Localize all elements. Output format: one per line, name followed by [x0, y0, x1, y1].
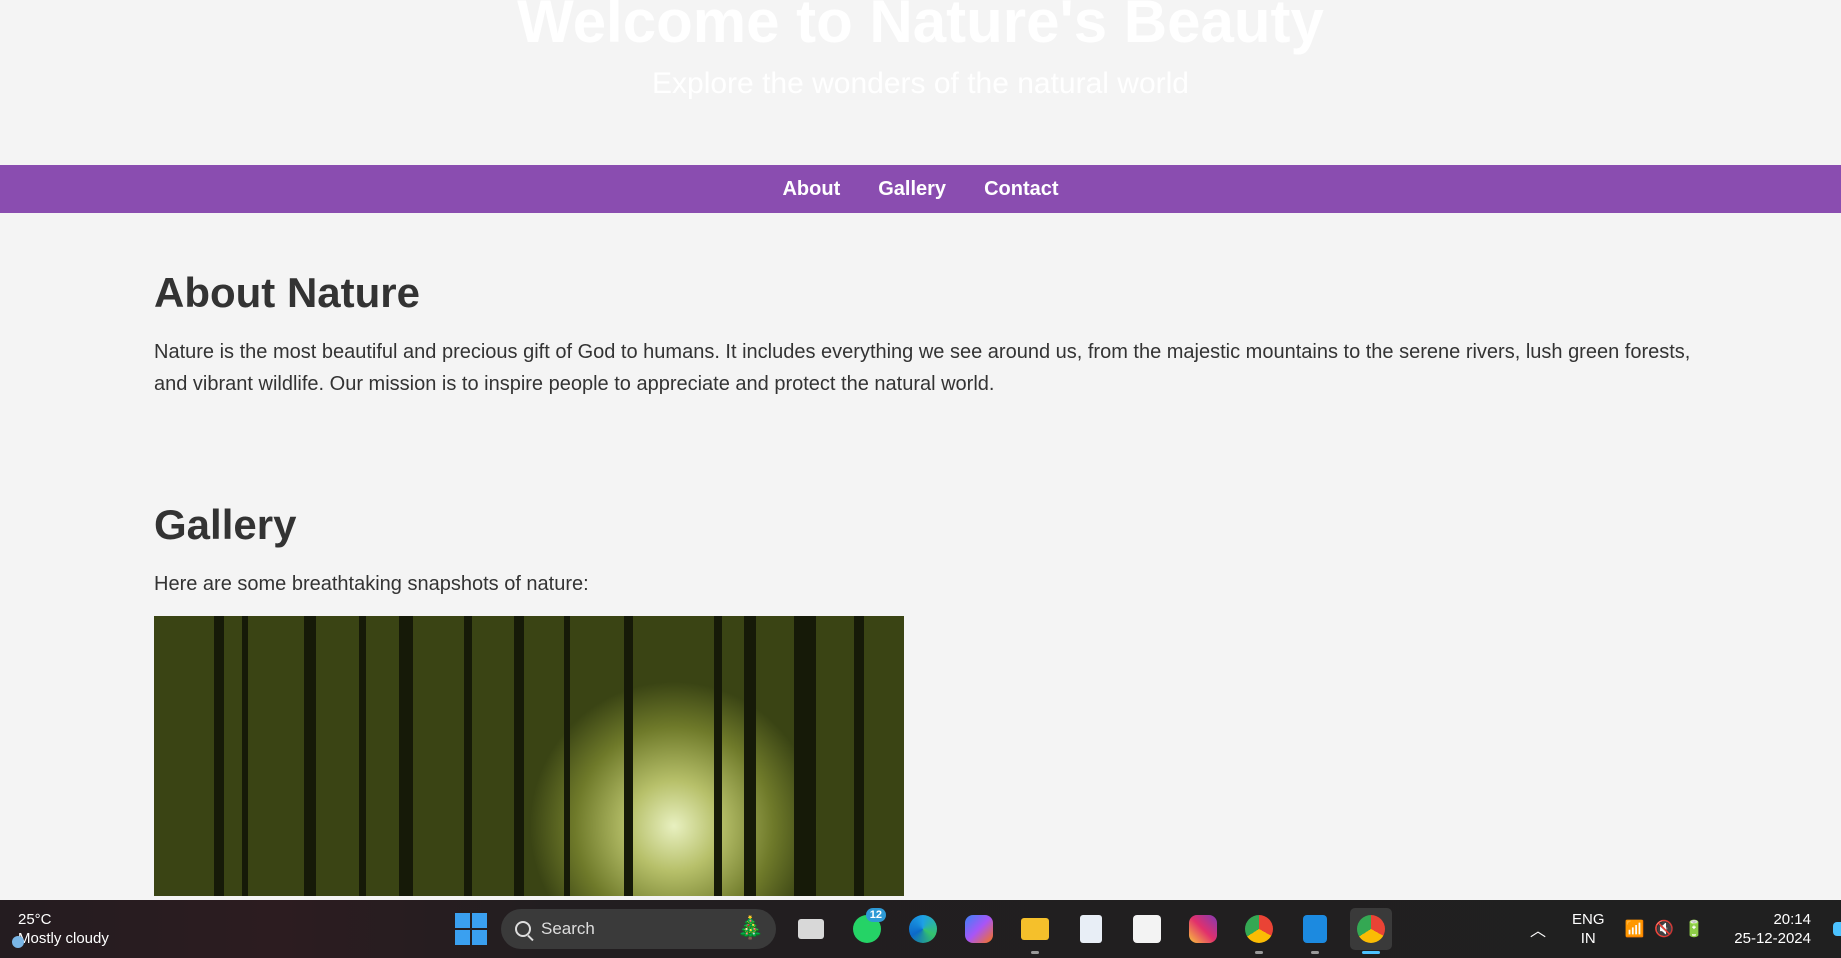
weather-temp: 25°C — [18, 911, 52, 928]
gallery-section: Gallery Here are some breathtaking snaps… — [154, 500, 1694, 896]
notification-icon[interactable] — [1833, 922, 1841, 936]
search-icon — [515, 921, 531, 937]
weather-desc: Mostly cloudy — [18, 930, 109, 947]
clock[interactable]: 20:14 25-12-2024 — [1734, 910, 1811, 948]
taskbar-apps: Search 🎄 12 — [455, 908, 1392, 954]
whatsapp-icon[interactable]: 12 — [846, 908, 888, 950]
chevron-up-icon[interactable]: ︿ — [1530, 917, 1546, 941]
about-text: Nature is the most beautiful and preciou… — [154, 341, 1691, 395]
vscode-icon[interactable] — [1294, 908, 1336, 954]
file-explorer-icon[interactable] — [1014, 908, 1056, 954]
weather-widget[interactable]: 25°C Mostly cloudy — [12, 910, 109, 948]
chrome-profile-icon[interactable] — [1238, 908, 1280, 954]
battery-icon: 🔋 — [1684, 921, 1705, 938]
wifi-icon: 📶 — [1624, 921, 1645, 938]
gallery-heading: Gallery — [154, 501, 297, 548]
about-section: About Nature Nature is the most beautifu… — [154, 268, 1694, 400]
search-label: Search — [541, 919, 595, 938]
taskbar-search[interactable]: Search 🎄 — [501, 909, 776, 949]
copilot-icon[interactable] — [958, 908, 1000, 950]
language-indicator[interactable]: ENG IN — [1572, 910, 1605, 948]
clock-date: 25-12-2024 — [1734, 930, 1811, 947]
windows-taskbar: 25°C Mostly cloudy Search 🎄 12 ︿ ENG IN … — [0, 900, 1841, 958]
hero-subtitle: Explore the wonders of the natural world — [652, 67, 1189, 100]
gallery-intro: Here are some breathtaking snapshots of … — [154, 573, 589, 595]
quick-settings[interactable]: 📶 🔇 🔋 — [1625, 919, 1705, 939]
holiday-tree-icon: 🎄 — [736, 915, 764, 940]
hero-header: Welcome to Nature's Beauty Explore the w… — [0, 0, 1841, 165]
volume-muted-icon: 🔇 — [1654, 921, 1675, 938]
forest-photo — [154, 616, 904, 896]
nav-link-gallery[interactable]: Gallery — [878, 178, 946, 201]
nav-link-about[interactable]: About — [782, 178, 840, 201]
instagram-icon[interactable] — [1182, 908, 1224, 950]
cloud-icon — [12, 936, 24, 948]
system-tray: ︿ ENG IN 📶 🔇 🔋 20:14 25-12-2024 — [1530, 900, 1841, 958]
nav-link-contact[interactable]: Contact — [984, 178, 1058, 201]
about-heading: About Nature — [154, 269, 420, 316]
task-view-icon[interactable] — [790, 908, 832, 950]
windows-start-icon[interactable] — [455, 913, 487, 945]
whatsapp-badge: 12 — [865, 908, 886, 922]
microsoft-store-icon[interactable] — [1126, 908, 1168, 950]
notepad-icon[interactable] — [1070, 908, 1112, 950]
hero-title: Welcome to Nature's Beauty — [517, 0, 1324, 55]
chrome-icon[interactable] — [1350, 908, 1392, 954]
edge-icon[interactable] — [902, 908, 944, 950]
main-nav: About Gallery Contact — [0, 165, 1841, 213]
clock-time: 20:14 — [1773, 911, 1811, 928]
